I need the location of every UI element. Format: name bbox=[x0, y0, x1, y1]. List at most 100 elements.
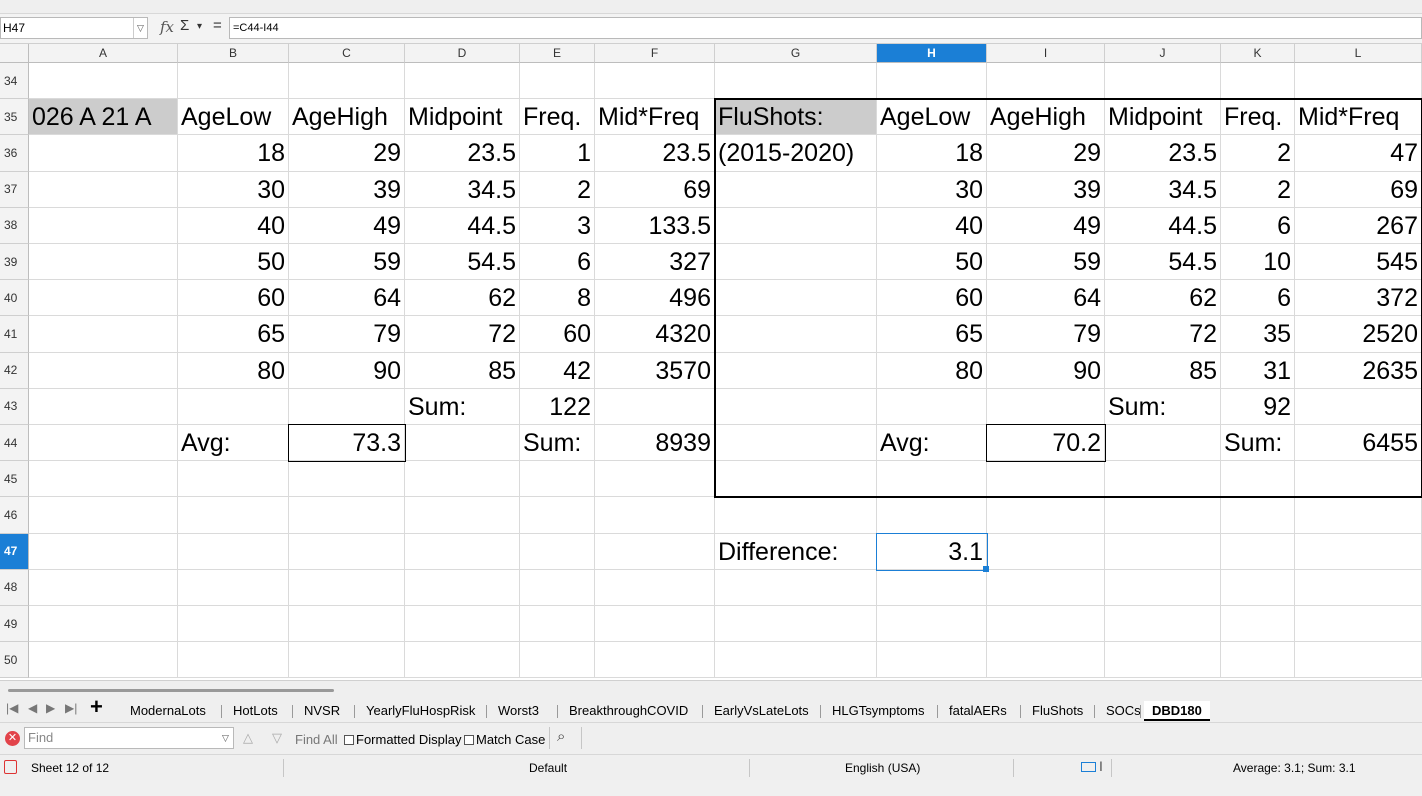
cell-d47[interactable] bbox=[405, 533, 520, 570]
cell-b39[interactable]: 50 bbox=[178, 244, 289, 281]
cell-c40[interactable]: 64 bbox=[289, 280, 405, 317]
cell-i47[interactable] bbox=[987, 533, 1105, 570]
close-icon[interactable]: ✕ bbox=[5, 731, 20, 746]
cell-b50[interactable] bbox=[178, 642, 289, 679]
add-sheet-icon[interactable]: + bbox=[90, 696, 103, 718]
sheet-tab-nvsr[interactable]: NVSR bbox=[304, 701, 340, 721]
column-header-f[interactable]: F bbox=[595, 44, 715, 63]
cell-c48[interactable] bbox=[289, 569, 405, 606]
cell-e42[interactable]: 42 bbox=[520, 352, 595, 389]
cell-h49[interactable] bbox=[877, 606, 987, 643]
cell-f45[interactable] bbox=[595, 461, 715, 498]
cell-d40[interactable]: 62 bbox=[405, 280, 520, 317]
cell-g42[interactable] bbox=[715, 352, 877, 389]
cell-l42[interactable]: 2635 bbox=[1295, 352, 1422, 389]
cell-c41[interactable]: 79 bbox=[289, 316, 405, 353]
row-header-35[interactable]: 35 bbox=[0, 99, 29, 136]
row-header-46[interactable]: 46 bbox=[0, 497, 29, 534]
cell-i40[interactable]: 64 bbox=[987, 280, 1105, 317]
cell-j42[interactable]: 85 bbox=[1105, 352, 1221, 389]
cell-a46[interactable] bbox=[29, 497, 178, 534]
cell-a45[interactable] bbox=[29, 461, 178, 498]
cell-a40[interactable] bbox=[29, 280, 178, 317]
column-header-a[interactable]: A bbox=[29, 44, 178, 63]
cell-b46[interactable] bbox=[178, 497, 289, 534]
cell-k47[interactable] bbox=[1221, 533, 1295, 570]
cell-j50[interactable] bbox=[1105, 642, 1221, 679]
cell-c37[interactable]: 39 bbox=[289, 171, 405, 208]
column-header-e[interactable]: E bbox=[520, 44, 595, 63]
cell-c50[interactable] bbox=[289, 642, 405, 679]
cell-h38[interactable]: 40 bbox=[877, 207, 987, 244]
cell-b48[interactable] bbox=[178, 569, 289, 606]
row-header-40[interactable]: 40 bbox=[0, 280, 29, 317]
cell-j35[interactable]: Midpoint bbox=[1105, 99, 1221, 136]
cell-e48[interactable] bbox=[520, 569, 595, 606]
cell-h35[interactable]: AgeLow bbox=[877, 99, 987, 136]
cell-e38[interactable]: 3 bbox=[520, 207, 595, 244]
cell-j48[interactable] bbox=[1105, 569, 1221, 606]
cell-e39[interactable]: 6 bbox=[520, 244, 595, 281]
cell-i48[interactable] bbox=[987, 569, 1105, 606]
row-header-39[interactable]: 39 bbox=[0, 244, 29, 281]
column-header-d[interactable]: D bbox=[405, 44, 520, 63]
cell-b35[interactable]: AgeLow bbox=[178, 99, 289, 136]
row-header-50[interactable]: 50 bbox=[0, 642, 29, 679]
cell-k39[interactable]: 10 bbox=[1221, 244, 1295, 281]
cell-l48[interactable] bbox=[1295, 569, 1422, 606]
cell-b34[interactable] bbox=[178, 63, 289, 100]
cell-c47[interactable] bbox=[289, 533, 405, 570]
cell-f37[interactable]: 69 bbox=[595, 171, 715, 208]
cell-l37[interactable]: 69 bbox=[1295, 171, 1422, 208]
cell-f47[interactable] bbox=[595, 533, 715, 570]
cell-d43[interactable]: Sum: bbox=[405, 388, 520, 425]
cell-l46[interactable] bbox=[1295, 497, 1422, 534]
row-header-38[interactable]: 38 bbox=[0, 207, 29, 244]
cell-a50[interactable] bbox=[29, 642, 178, 679]
cell-c34[interactable] bbox=[289, 63, 405, 100]
cell-b43[interactable] bbox=[178, 388, 289, 425]
cell-f46[interactable] bbox=[595, 497, 715, 534]
cell-i42[interactable]: 90 bbox=[987, 352, 1105, 389]
column-header-i[interactable]: I bbox=[987, 44, 1105, 63]
cell-k43[interactable]: 92 bbox=[1221, 388, 1295, 425]
cell-j47[interactable] bbox=[1105, 533, 1221, 570]
cell-c43[interactable] bbox=[289, 388, 405, 425]
cell-e43[interactable]: 122 bbox=[520, 388, 595, 425]
cell-g47[interactable]: Difference: bbox=[715, 533, 877, 570]
cell-e41[interactable]: 60 bbox=[520, 316, 595, 353]
name-box[interactable]: H47 bbox=[0, 17, 148, 39]
cell-b37[interactable]: 30 bbox=[178, 171, 289, 208]
cell-d42[interactable]: 85 bbox=[405, 352, 520, 389]
cell-c35[interactable]: AgeHigh bbox=[289, 99, 405, 136]
cell-j39[interactable]: 54.5 bbox=[1105, 244, 1221, 281]
cell-j41[interactable]: 72 bbox=[1105, 316, 1221, 353]
cell-e44[interactable]: Sum: bbox=[520, 425, 595, 462]
page-style[interactable]: Default bbox=[529, 761, 567, 775]
cell-d46[interactable] bbox=[405, 497, 520, 534]
last-sheet-icon[interactable]: ▶| bbox=[65, 701, 77, 715]
cell-f48[interactable] bbox=[595, 569, 715, 606]
cell-j34[interactable] bbox=[1105, 63, 1221, 100]
sheet-tab-fatalaers[interactable]: fatalAERs bbox=[949, 701, 1007, 721]
match-case-checkbox[interactable]: Match Case bbox=[464, 732, 545, 747]
cell-d39[interactable]: 54.5 bbox=[405, 244, 520, 281]
cell-i49[interactable] bbox=[987, 606, 1105, 643]
equals-icon[interactable]: = bbox=[213, 17, 222, 34]
cell-f40[interactable]: 496 bbox=[595, 280, 715, 317]
cell-c45[interactable] bbox=[289, 461, 405, 498]
column-header-k[interactable]: K bbox=[1221, 44, 1295, 63]
cell-h40[interactable]: 60 bbox=[877, 280, 987, 317]
cell-k46[interactable] bbox=[1221, 497, 1295, 534]
cell-h39[interactable]: 50 bbox=[877, 244, 987, 281]
cell-k45[interactable] bbox=[1221, 461, 1295, 498]
cell-g43[interactable] bbox=[715, 388, 877, 425]
formatted-display-checkbox[interactable]: Formatted Display bbox=[344, 732, 461, 747]
prev-sheet-icon[interactable]: ◀ bbox=[28, 701, 37, 715]
cell-i36[interactable]: 29 bbox=[987, 135, 1105, 172]
find-replace-icon[interactable]: ⌕ bbox=[557, 728, 565, 745]
cell-l38[interactable]: 267 bbox=[1295, 207, 1422, 244]
cell-a48[interactable] bbox=[29, 569, 178, 606]
row-header-41[interactable]: 41 bbox=[0, 316, 29, 353]
cell-h42[interactable]: 80 bbox=[877, 352, 987, 389]
